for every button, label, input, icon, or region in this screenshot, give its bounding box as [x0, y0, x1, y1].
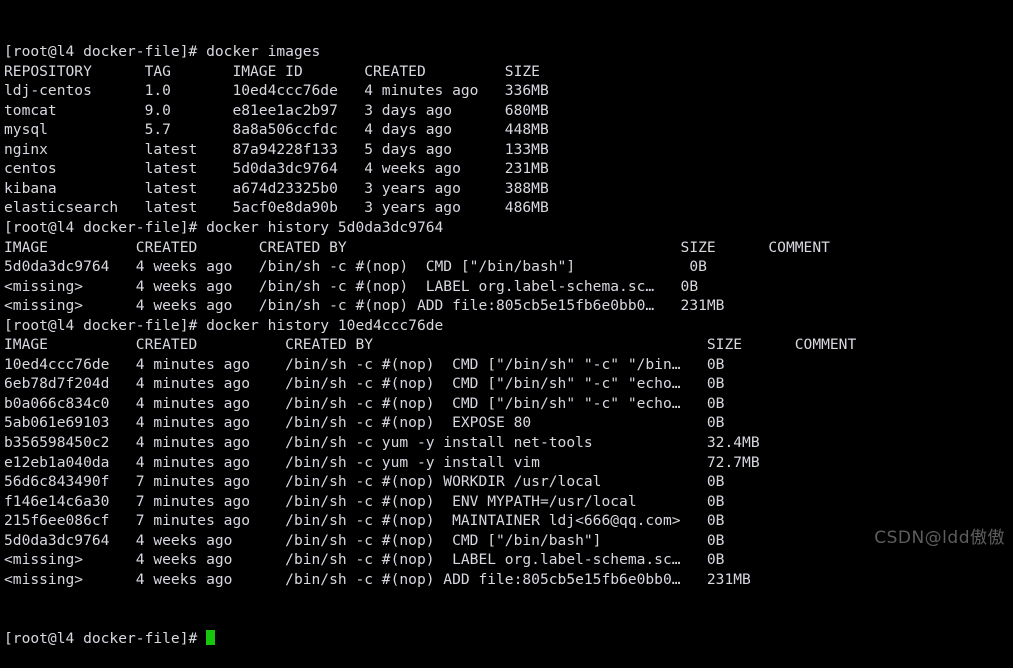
terminal-line: ldj-centos 1.0 10ed4ccc76de 4 minutes ag… — [4, 82, 549, 100]
terminal-line: mysql 5.7 8a8a506ccfdc 4 days ago 448MB — [4, 121, 549, 139]
terminal-line: 5d0da3dc9764 4 weeks ago /bin/sh -c #(no… — [4, 531, 725, 549]
terminal-prompt: [root@l4 docker-file]# — [4, 629, 207, 647]
terminal-scrollback: [root@l4 docker-file]# docker images REPO… — [4, 42, 1013, 589]
terminal-line: kibana latest a674d23325b0 3 years ago 3… — [4, 179, 549, 197]
terminal-cursor — [206, 629, 215, 645]
terminal-line: elasticsearch latest 5acf0e8da90b 3 year… — [4, 199, 549, 217]
terminal-line: 56d6c843490f 7 minutes ago /bin/sh -c #(… — [4, 473, 725, 491]
terminal-line: 5ab061e69103 4 minutes ago /bin/sh -c #(… — [4, 414, 725, 432]
terminal-line: nginx latest 87a94228f133 5 days ago 133… — [4, 140, 549, 158]
terminal-line: centos latest 5d0da3dc9764 4 weeks ago 2… — [4, 160, 549, 178]
terminal-line: 6eb78d7f204d 4 minutes ago /bin/sh -c #(… — [4, 375, 725, 393]
terminal-line: <missing> 4 weeks ago /bin/sh -c #(nop) … — [4, 297, 725, 315]
terminal-line: [root@l4 docker-file]# docker history 10… — [4, 316, 444, 334]
terminal-screen[interactable]: [root@l4 docker-file]# docker images REPO… — [0, 0, 1013, 647]
terminal-line: 215f6ee086cf 7 minutes ago /bin/sh -c #(… — [4, 512, 725, 530]
terminal-line: [root@l4 docker-file]# docker history 5d… — [4, 219, 444, 237]
terminal-line: <missing> 4 weeks ago /bin/sh -c #(nop) … — [4, 570, 751, 588]
terminal-line: 10ed4ccc76de 4 minutes ago /bin/sh -c #(… — [4, 355, 725, 373]
terminal-line: [root@l4 docker-file]# docker images — [4, 43, 321, 61]
terminal-line: IMAGE CREATED CREATED BY SIZE COMMENT — [4, 336, 857, 354]
terminal-line: f146e14c6a30 7 minutes ago /bin/sh -c #(… — [4, 492, 725, 510]
terminal-line: <missing> 4 weeks ago /bin/sh -c #(nop) … — [4, 277, 699, 295]
terminal-line: e12eb1a040da 4 minutes ago /bin/sh -c yu… — [4, 453, 760, 471]
terminal-line: 5d0da3dc9764 4 weeks ago /bin/sh -c #(no… — [4, 258, 707, 276]
terminal-line: b0a066c834c0 4 minutes ago /bin/sh -c #(… — [4, 394, 725, 412]
terminal-line: b356598450c2 4 minutes ago /bin/sh -c yu… — [4, 434, 760, 452]
terminal-line: tomcat 9.0 e81ee1ac2b97 3 days ago 680MB — [4, 101, 549, 119]
terminal-line: IMAGE CREATED CREATED BY SIZE COMMENT — [4, 238, 830, 256]
terminal-line: REPOSITORY TAG IMAGE ID CREATED SIZE — [4, 62, 540, 80]
terminal-active-prompt-line: [root@l4 docker-file]# — [4, 629, 1013, 649]
terminal-line: <missing> 4 weeks ago /bin/sh -c #(nop) … — [4, 551, 725, 569]
